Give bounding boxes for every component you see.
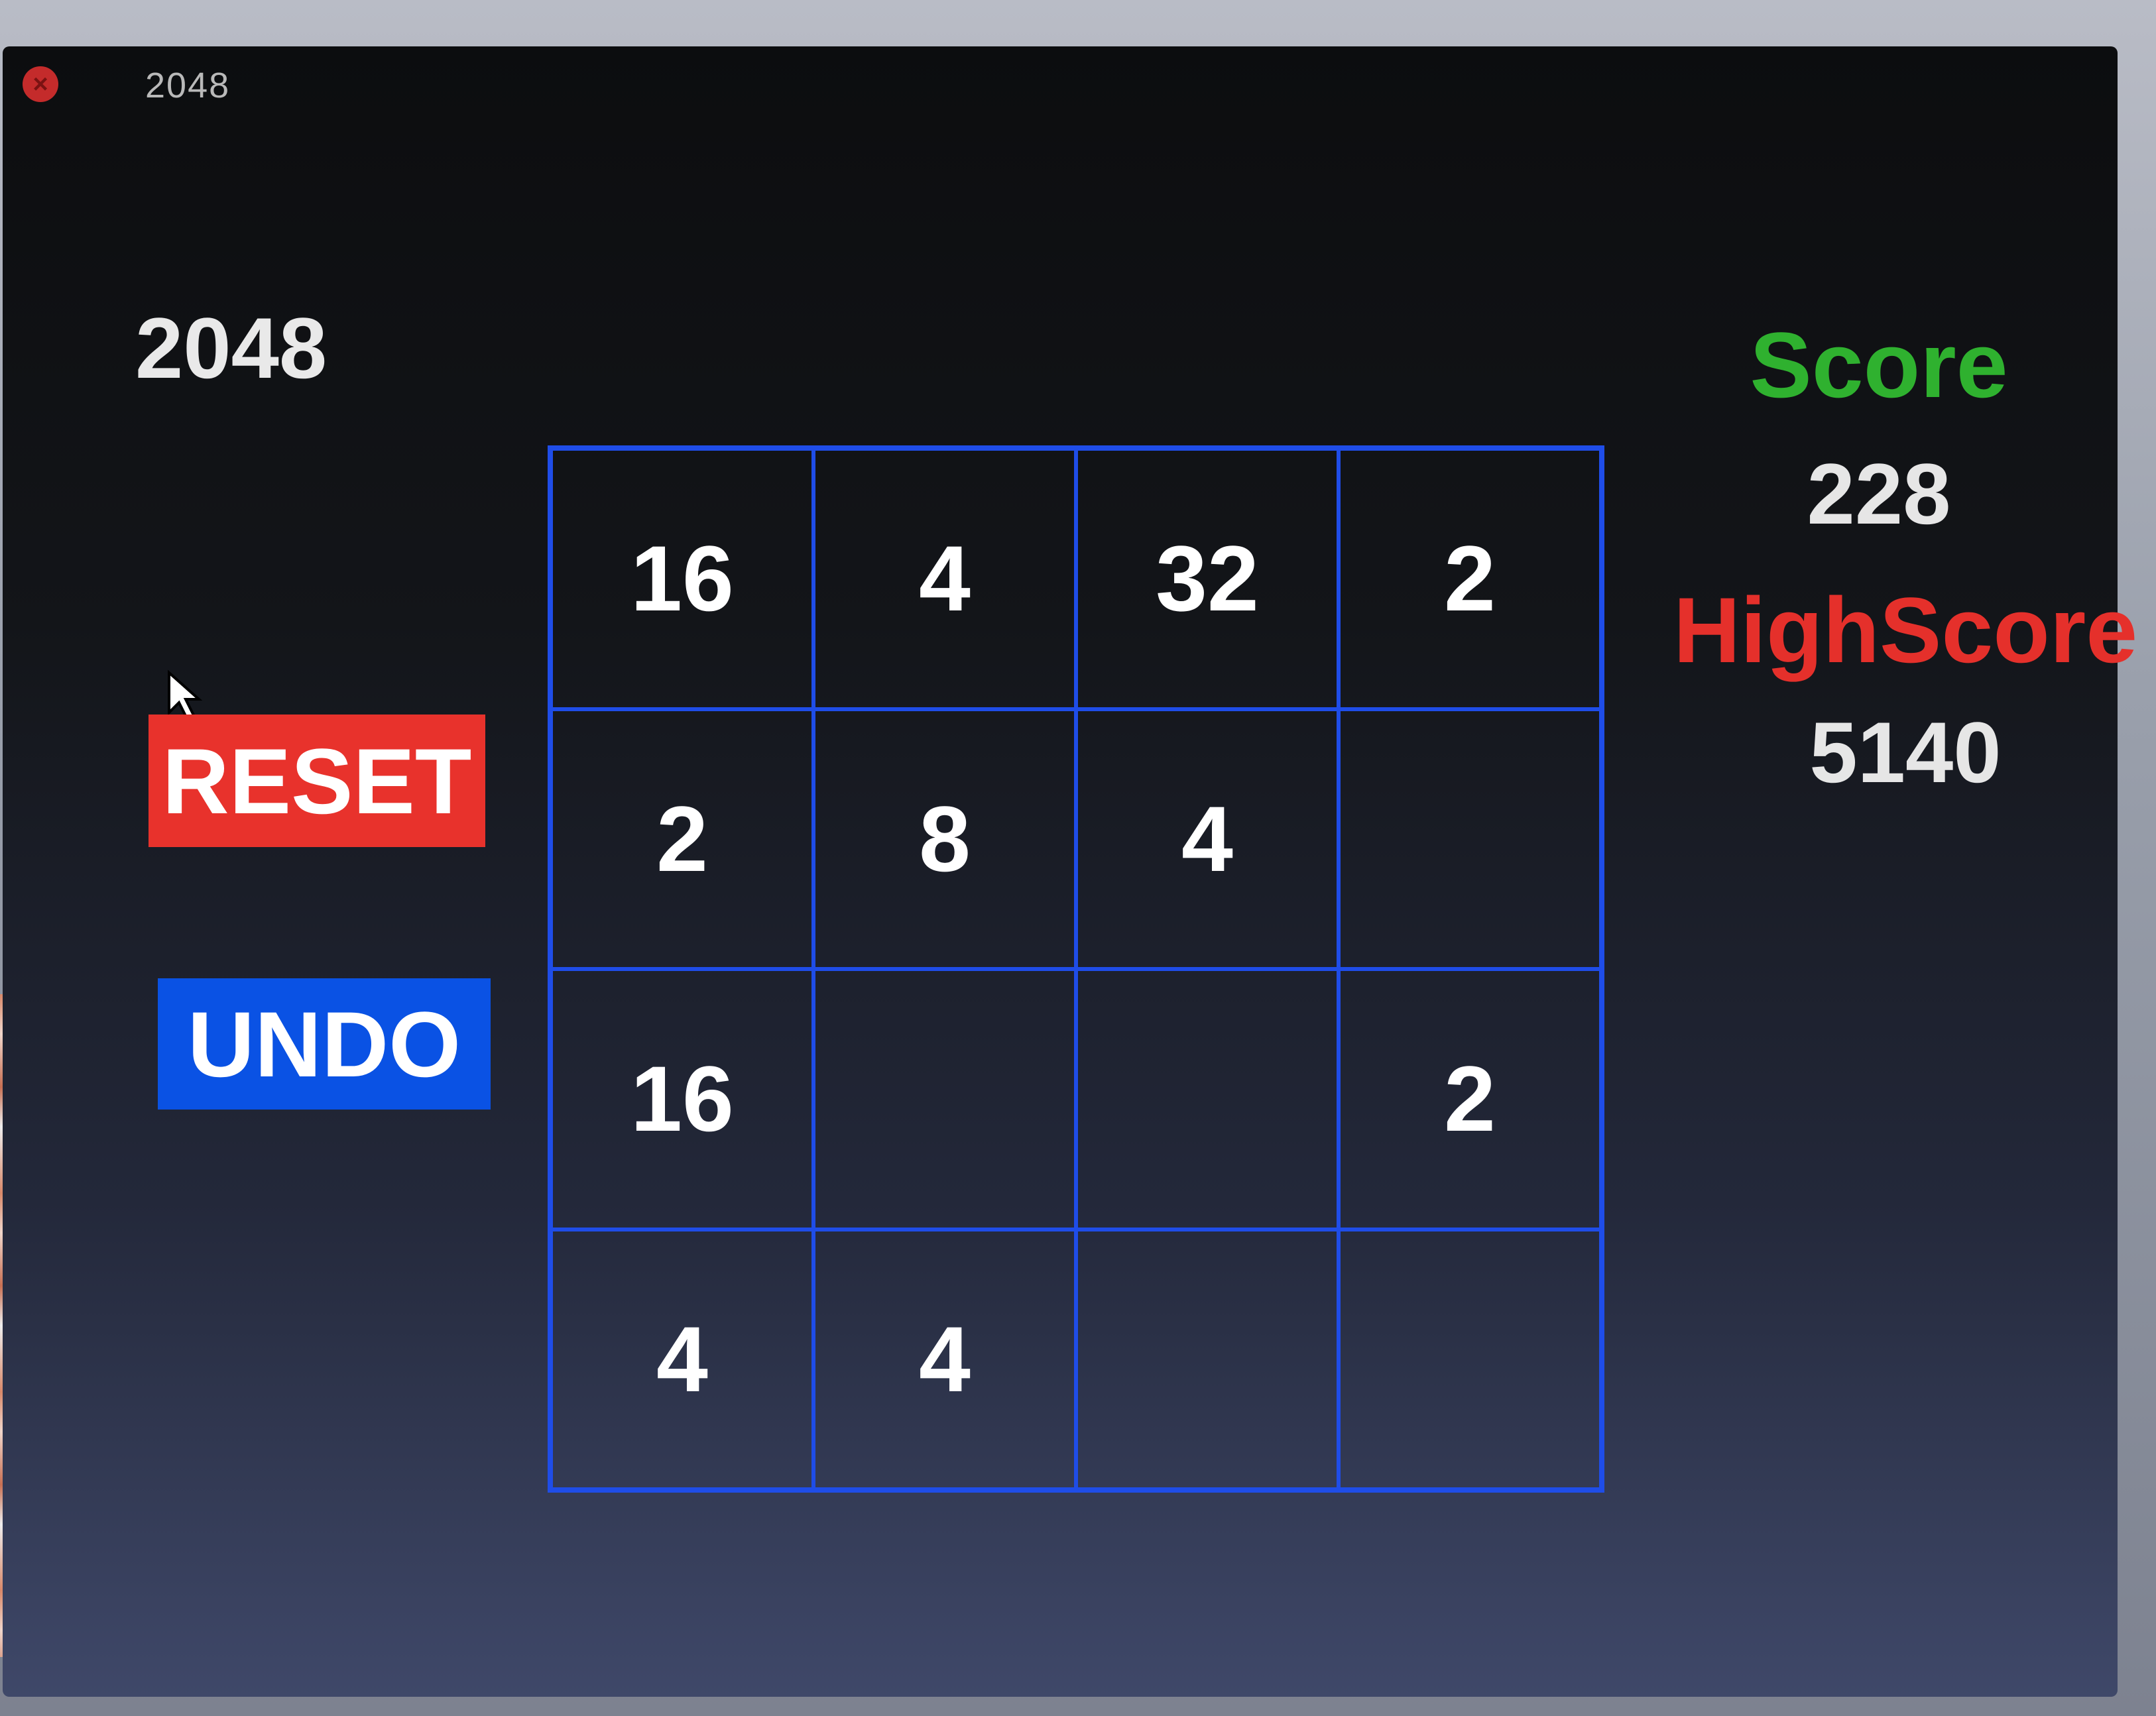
- game-board: 16 4 32 2 2 8 4 16 2 4 4: [548, 445, 1604, 1493]
- tile-r1-c3: 32: [1076, 449, 1339, 709]
- tile-r3-c2: [813, 969, 1076, 1230]
- tile-r2-c3: 4: [1076, 709, 1339, 969]
- score-label: Score: [1750, 313, 2008, 417]
- tile-r4-c3: [1076, 1229, 1339, 1489]
- tile-r2-c4: [1339, 709, 1601, 969]
- tile-r2-c2: 8: [813, 709, 1076, 969]
- tile-r2-c1: 2: [551, 709, 813, 969]
- title-bar: × 2048: [3, 46, 2118, 133]
- reset-button[interactable]: RESET: [149, 715, 485, 847]
- tile-r3-c1: 16: [551, 969, 813, 1230]
- window-title: 2048: [145, 66, 231, 105]
- tile-r1-c4: 2: [1339, 449, 1601, 709]
- tile-r1-c2: 4: [813, 449, 1076, 709]
- highscore-value: 5140: [1809, 704, 2002, 801]
- close-icon[interactable]: ×: [23, 66, 58, 102]
- tile-r3-c3: [1076, 969, 1339, 1230]
- game-title: 2048: [135, 300, 328, 396]
- tile-r4-c2: 4: [813, 1229, 1076, 1489]
- tile-r4-c1: 4: [551, 1229, 813, 1489]
- game-window: × 2048 2048 RESET UNDO 16 4 32 2 2 8 4 1…: [3, 46, 2138, 1697]
- highscore-label: HighScore: [1673, 578, 2138, 682]
- tile-r1-c1: 16: [551, 449, 813, 709]
- undo-button[interactable]: UNDO: [158, 978, 491, 1110]
- tile-r4-c4: [1339, 1229, 1601, 1489]
- tile-r3-c4: 2: [1339, 969, 1601, 1230]
- score-value: 228: [1807, 445, 1951, 542]
